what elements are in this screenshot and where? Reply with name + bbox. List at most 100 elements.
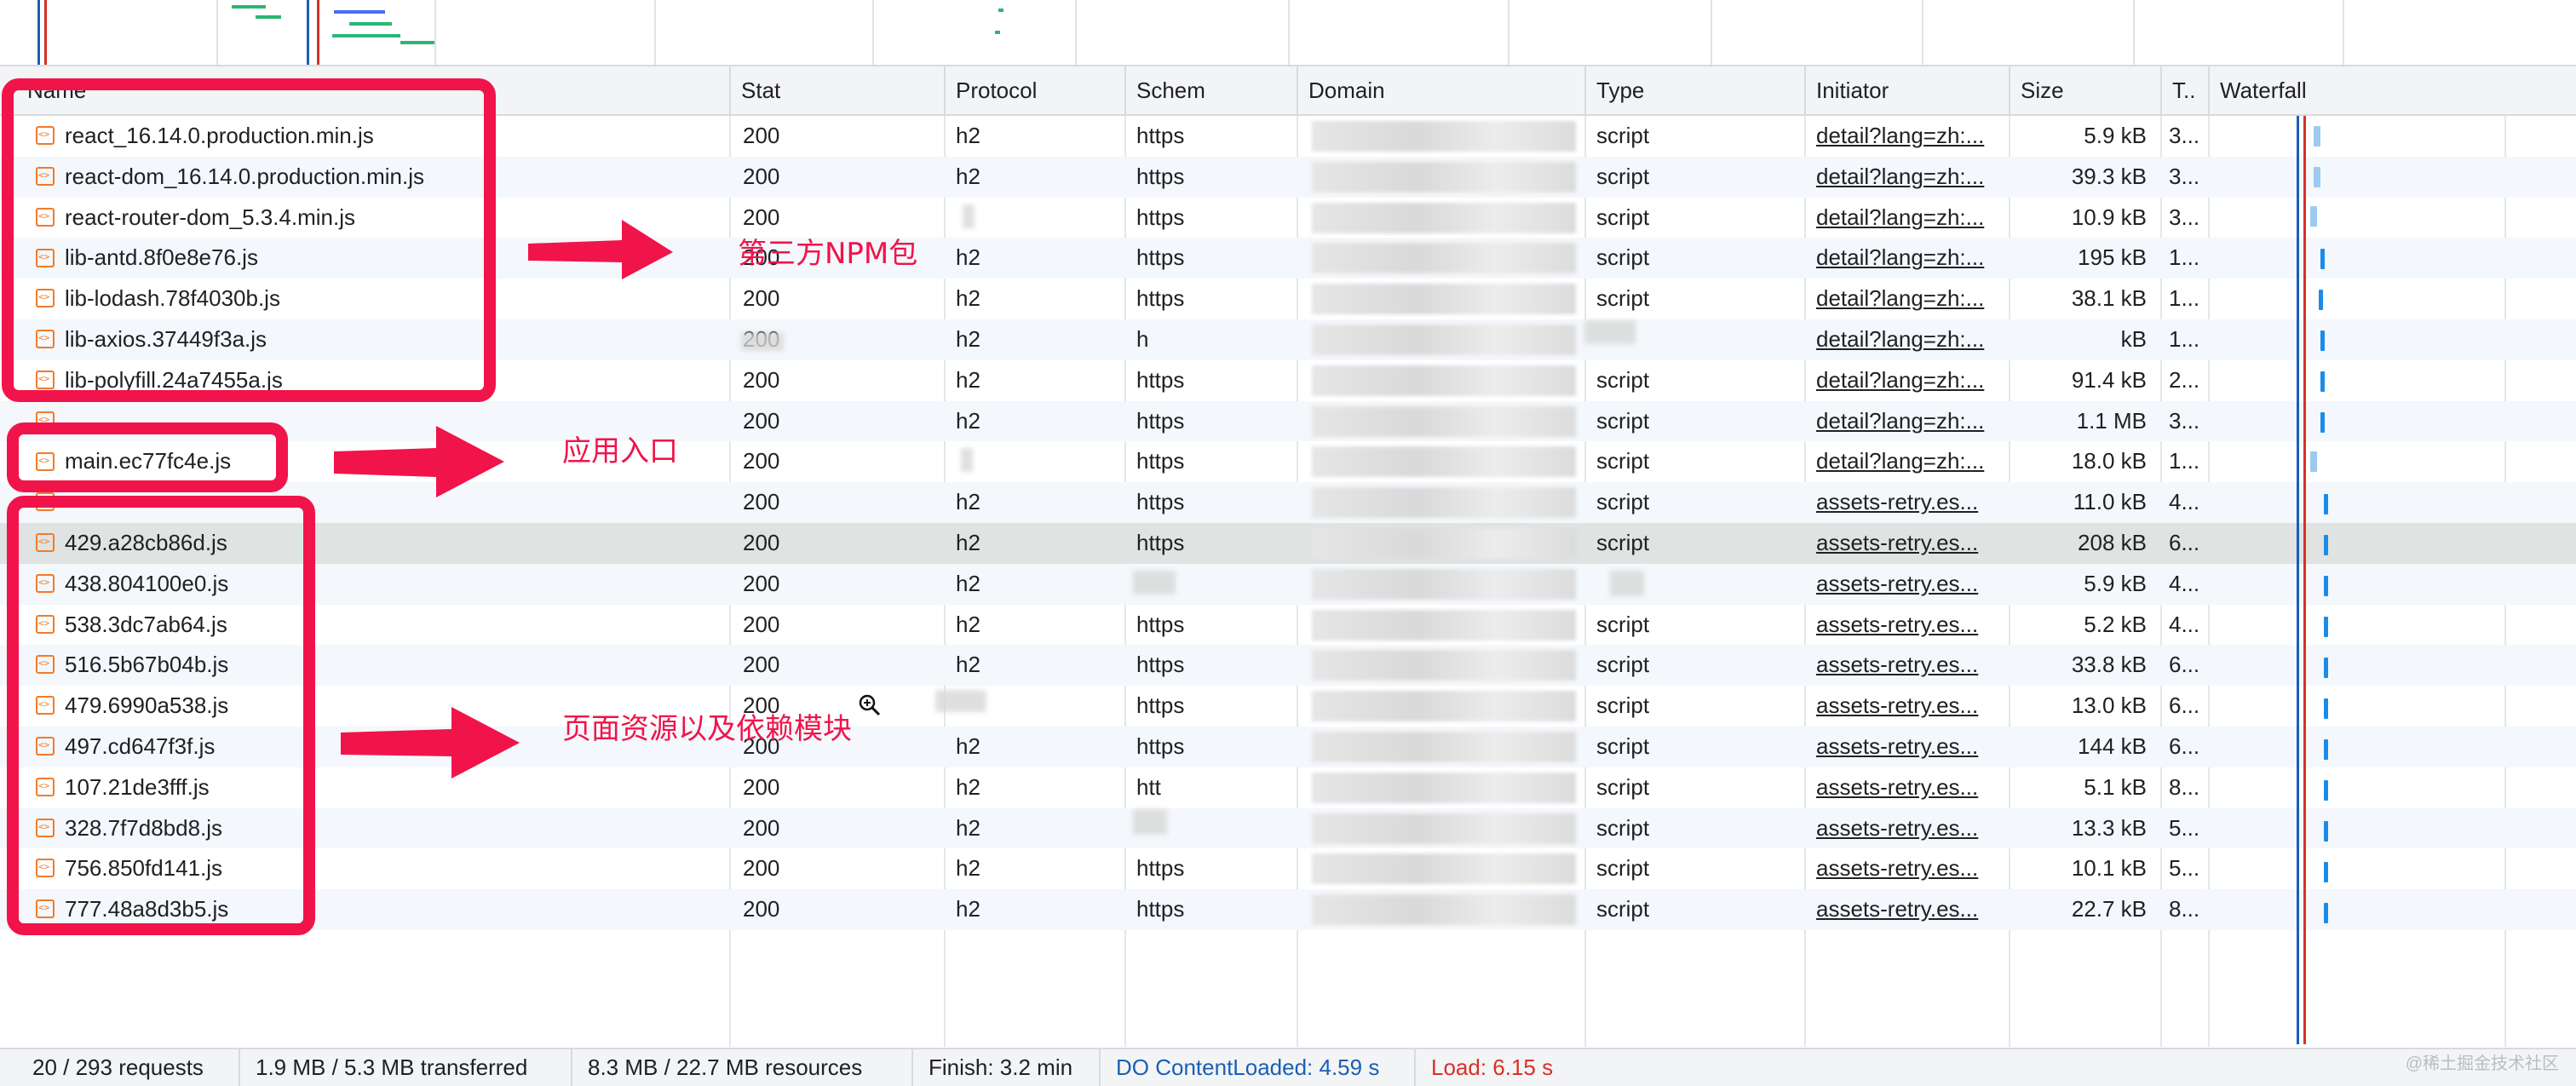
request-initiator-link[interactable]: detail?lang=zh:... bbox=[1806, 319, 2009, 360]
request-initiator-link[interactable]: detail?lang=zh:... bbox=[1806, 441, 2009, 482]
column-header-domain[interactable]: Domain bbox=[1298, 66, 1586, 114]
request-scheme: https bbox=[1136, 244, 1185, 271]
table-row[interactable]: 516.5b67b04b.js 200 h2 https script asse… bbox=[0, 645, 2576, 687]
request-time: 6... bbox=[2169, 733, 2200, 759]
request-scheme: h bbox=[1136, 325, 1149, 352]
table-row-selected[interactable]: 429.a28cb86d.js 200 h2 https script asse… bbox=[0, 522, 2576, 564]
request-time: 2... bbox=[2169, 366, 2200, 393]
request-initiator-link[interactable]: assets-retry.es... bbox=[1806, 889, 2009, 930]
overview-grid-line bbox=[872, 0, 874, 65]
column-header-waterfall[interactable]: Waterfall bbox=[2210, 66, 2576, 114]
request-protocol: h2 bbox=[956, 366, 980, 393]
request-size: 195 kB bbox=[2078, 244, 2147, 271]
waterfall-bar bbox=[2320, 249, 2325, 269]
request-scheme: https bbox=[1136, 896, 1185, 922]
waterfall-bar bbox=[2324, 535, 2328, 555]
overview-grid-line bbox=[654, 0, 656, 65]
request-time: 3... bbox=[2169, 204, 2200, 230]
request-scheme: https bbox=[1136, 855, 1185, 882]
request-domain-blurred bbox=[1312, 727, 1576, 767]
request-initiator-link[interactable]: detail?lang=zh:... bbox=[1806, 401, 2009, 442]
overview-grid-line bbox=[2133, 0, 2135, 65]
request-scheme: https bbox=[1136, 733, 1185, 759]
request-time: 3... bbox=[2169, 407, 2200, 434]
request-time: 1... bbox=[2169, 325, 2200, 352]
request-size: 11.0 kB bbox=[2073, 489, 2147, 515]
request-initiator-link[interactable]: detail?lang=zh:... bbox=[1806, 279, 2009, 319]
waterfall-bar bbox=[2324, 576, 2328, 596]
request-domain-blurred bbox=[1312, 360, 1576, 401]
request-size: 1.1 MB bbox=[2076, 407, 2147, 434]
redaction-smudge bbox=[1133, 809, 1167, 835]
request-protocol: h2 bbox=[956, 489, 980, 515]
request-scheme: https bbox=[1136, 123, 1185, 148]
request-initiator-link[interactable]: detail?lang=zh:... bbox=[1806, 116, 2009, 157]
waterfall-bar bbox=[2324, 780, 2328, 801]
column-header-time[interactable]: T.. bbox=[2162, 66, 2210, 114]
request-status: 200 bbox=[743, 611, 780, 637]
request-protocol: h2 bbox=[956, 407, 980, 434]
request-domain-blurred bbox=[1312, 157, 1576, 198]
overview-grid-line bbox=[216, 0, 218, 65]
waterfall-bar bbox=[2324, 739, 2328, 760]
column-header-scheme[interactable]: Schem bbox=[1126, 66, 1298, 114]
waterfall-bar bbox=[2324, 617, 2328, 637]
waterfall-bar bbox=[2310, 451, 2317, 472]
request-type: script bbox=[1596, 366, 1650, 393]
overview-request-mark bbox=[334, 10, 385, 14]
request-initiator-link[interactable]: detail?lang=zh:... bbox=[1806, 157, 2009, 198]
request-initiator-link[interactable]: assets-retry.es... bbox=[1806, 523, 2009, 564]
table-row[interactable]: 538.3dc7ab64.js 200 h2 https script asse… bbox=[0, 605, 2576, 646]
request-initiator-link[interactable]: assets-retry.es... bbox=[1806, 767, 2009, 808]
request-protocol: h2 bbox=[956, 896, 980, 922]
request-size: 39.3 kB bbox=[2071, 163, 2147, 189]
request-protocol: h2 bbox=[956, 855, 980, 882]
overview-request-mark bbox=[349, 22, 392, 26]
table-row[interactable]: 756.850fd141.js 200 h2 https script asse… bbox=[0, 848, 2576, 889]
request-type: script bbox=[1596, 489, 1650, 515]
request-initiator-link[interactable]: detail?lang=zh:... bbox=[1806, 360, 2009, 401]
request-time: 1... bbox=[2169, 244, 2200, 271]
request-initiator-link[interactable]: assets-retry.es... bbox=[1806, 727, 2009, 767]
request-initiator-link[interactable]: detail?lang=zh:... bbox=[1806, 238, 2009, 279]
column-header-status[interactable]: Stat bbox=[731, 66, 946, 114]
request-type: script bbox=[1596, 733, 1650, 759]
request-time: 3... bbox=[2169, 123, 2200, 148]
request-status: 200 bbox=[743, 163, 780, 189]
request-protocol: h2 bbox=[956, 244, 980, 271]
request-initiator-link[interactable]: detail?lang=zh:... bbox=[1806, 198, 2009, 238]
request-scheme: https bbox=[1136, 489, 1185, 515]
request-domain-blurred bbox=[1312, 808, 1576, 849]
request-type: script bbox=[1596, 529, 1650, 555]
column-header-size[interactable]: Size bbox=[2010, 66, 2162, 114]
table-row[interactable]: 438.804100e0.js 200 h2 assets-retry.es..… bbox=[0, 563, 2576, 605]
request-initiator-link[interactable]: assets-retry.es... bbox=[1806, 848, 2009, 889]
request-time: 8... bbox=[2169, 896, 2200, 922]
waterfall-bar bbox=[2320, 371, 2325, 392]
request-initiator-link[interactable]: assets-retry.es... bbox=[1806, 482, 2009, 523]
request-initiator-link[interactable]: assets-retry.es... bbox=[1806, 808, 2009, 849]
column-header-protocol[interactable]: Protocol bbox=[946, 66, 1126, 114]
overview-grid-line bbox=[1288, 0, 1290, 65]
request-domain-blurred bbox=[1312, 848, 1576, 889]
column-header-type[interactable]: Type bbox=[1586, 66, 1806, 114]
request-domain-blurred bbox=[1312, 523, 1576, 564]
request-initiator-link[interactable]: assets-retry.es... bbox=[1806, 686, 2009, 727]
timeline-overview[interactable] bbox=[0, 0, 2576, 66]
annotation-label-npm: 第三方NPM包 bbox=[738, 237, 918, 271]
request-size: 18.0 kB bbox=[2071, 448, 2147, 474]
column-header-initiator[interactable]: Initiator bbox=[1806, 66, 2010, 114]
request-domain-blurred bbox=[1312, 889, 1576, 930]
request-scheme: https bbox=[1136, 366, 1185, 393]
request-protocol: h2 bbox=[956, 652, 980, 678]
overview-grid-line bbox=[1508, 0, 1509, 65]
table-row[interactable]: 328.7f7d8bd8.js 200 h2 script assets-ret… bbox=[0, 807, 2576, 849]
request-size: 33.8 kB bbox=[2071, 652, 2147, 678]
overview-grid-line bbox=[1711, 0, 1712, 65]
overview-load-line bbox=[44, 0, 47, 65]
request-initiator-link[interactable]: assets-retry.es... bbox=[1806, 564, 2009, 605]
request-scheme: https bbox=[1136, 204, 1185, 230]
request-initiator-link[interactable]: assets-retry.es... bbox=[1806, 645, 2009, 686]
request-initiator-link[interactable]: assets-retry.es... bbox=[1806, 605, 2009, 646]
table-row[interactable]: 777.48a8d3b5.js 200 h2 https script asse… bbox=[0, 889, 2576, 930]
